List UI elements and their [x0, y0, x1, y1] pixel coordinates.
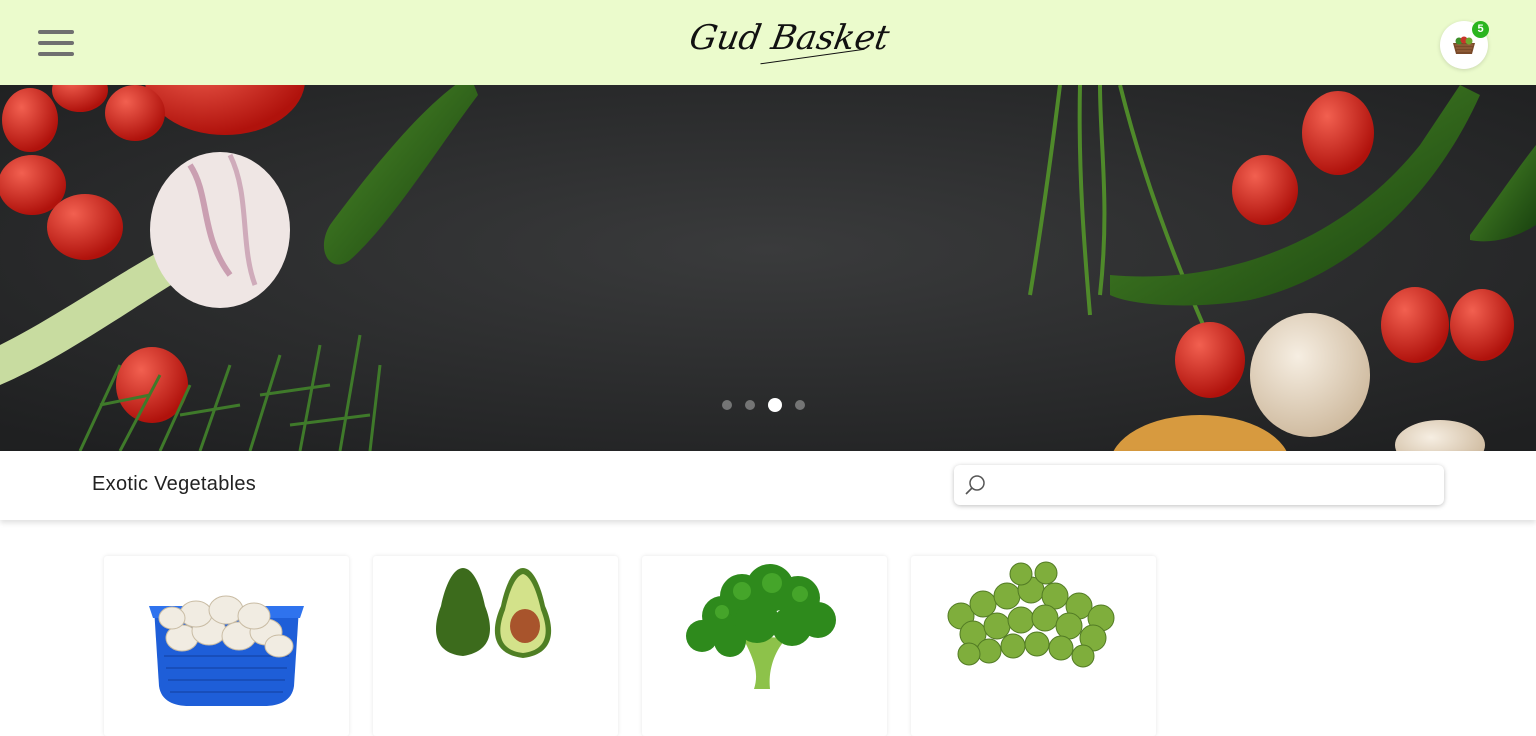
category-title: Exotic Vegetables	[92, 473, 257, 495]
product-card-avocado[interactable]	[373, 556, 618, 736]
search-input[interactable]	[994, 469, 1434, 501]
search-icon	[965, 475, 985, 495]
category-bar: Exotic Vegetables	[0, 451, 1536, 520]
hamburger-menu-icon[interactable]	[38, 30, 74, 58]
search-box[interactable]	[954, 465, 1444, 505]
carousel-dot-3[interactable]	[768, 398, 782, 412]
vegetables-hero-image	[0, 85, 1536, 451]
carousel-dot-4[interactable]	[795, 400, 805, 410]
mushrooms-image	[149, 595, 304, 706]
brussels-sprouts-image	[947, 561, 1115, 668]
carousel-dot-2[interactable]	[745, 400, 755, 410]
vegetable-basket-icon	[1453, 36, 1475, 54]
cart-button[interactable]: 5	[1440, 21, 1489, 69]
product-card-brussels-sprouts[interactable]	[911, 556, 1156, 736]
carousel-dots	[722, 398, 818, 412]
top-header: Gud Basket 5	[0, 0, 1536, 85]
cart-count-badge: 5	[1472, 21, 1489, 38]
hero-banner	[0, 85, 1536, 451]
product-card-broccoli[interactable]	[642, 556, 887, 736]
carousel-dot-1[interactable]	[722, 400, 732, 410]
avocado-image	[435, 568, 552, 658]
brand-logo[interactable]: Gud Basket	[686, 18, 892, 58]
broccoli-image	[686, 564, 836, 689]
product-card-mushrooms[interactable]	[104, 556, 349, 736]
